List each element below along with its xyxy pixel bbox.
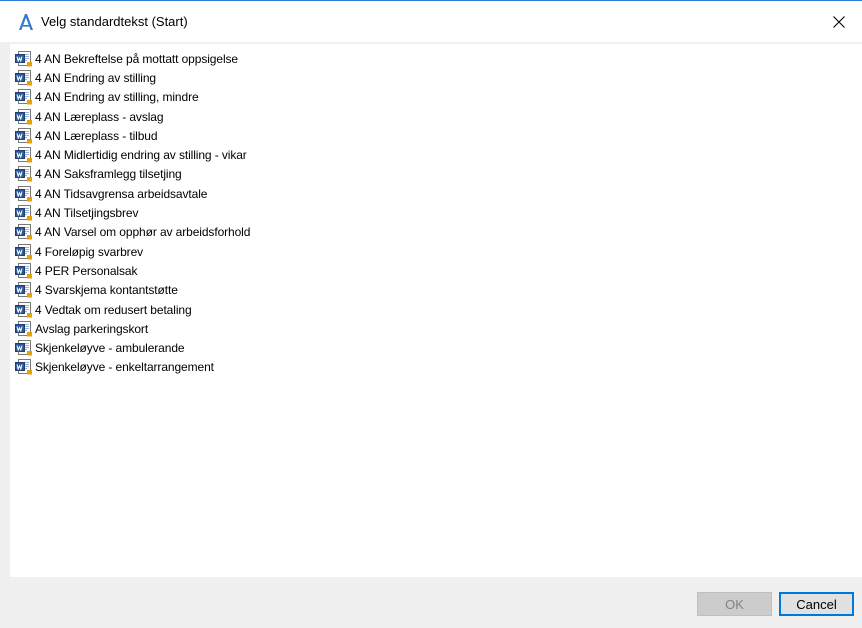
list-item-label: 4 Vedtak om redusert betaling	[35, 302, 192, 317]
list-item-label: 4 AN Tidsavgrensa arbeidsavtale	[35, 186, 208, 201]
word-document-icon	[15, 147, 33, 163]
list-item-label: 4 AN Tilsetjingsbrev	[35, 206, 139, 221]
word-document-icon	[15, 359, 33, 375]
list-item[interactable]: Skjenkeløyve - ambulerande	[15, 338, 250, 357]
word-document-icon	[15, 224, 33, 240]
list-item-label: 4 Foreløpig svarbrev	[35, 244, 144, 259]
title-bar[interactable]: Velg standardtekst (Start)	[0, 0, 862, 42]
list-item[interactable]: Avslag parkeringskort	[15, 319, 250, 338]
list-item-label: 4 AN Midlertidig endring av stilling - v…	[35, 148, 247, 163]
list-item-label: 4 PER Personalsak	[35, 263, 138, 278]
word-document-icon	[15, 243, 33, 260]
list-item-label: Skjenkeløyve - ambulerande	[35, 341, 185, 356]
word-document-icon	[15, 301, 33, 318]
list-item[interactable]: 4 AN Læreplass - avslag	[15, 107, 250, 126]
word-document-icon	[15, 127, 33, 144]
list-item[interactable]: 4 AN Tilsetjingsbrev	[15, 203, 250, 222]
word-document-icon	[15, 89, 33, 105]
cancel-button[interactable]: Cancel	[779, 592, 854, 616]
list-item-label: 4 AN Endring av stilling	[35, 70, 156, 85]
word-document-icon	[15, 108, 33, 125]
word-document-icon	[15, 166, 33, 182]
word-document-icon	[15, 50, 33, 67]
list-item[interactable]: 4 AN Tidsavgrensa arbeidsavtale	[15, 184, 250, 203]
word-document-icon	[15, 69, 33, 86]
list-item-label: 4 AN Varsel om opphør av arbeidsforhold	[35, 225, 251, 240]
list-item-label: 4 AN Endring av stilling, mindre	[35, 90, 199, 105]
list-item[interactable]: 4 AN Saksframlegg tilsetjing	[15, 165, 250, 184]
list-item-label: 4 AN Saksframlegg tilsetjing	[35, 167, 182, 182]
list-item-label: Avslag parkeringskort	[35, 321, 149, 336]
list-item[interactable]: 4 Foreløpig svarbrev	[15, 242, 250, 261]
list-item[interactable]: 4 AN Endring av stilling, mindre	[15, 88, 250, 107]
app-logo-icon	[17, 13, 35, 31]
close-button[interactable]	[816, 1, 862, 42]
word-document-icon	[15, 340, 33, 356]
list-item[interactable]: 4 AN Læreplass - tilbud	[15, 126, 250, 145]
list-item-label: 4 Svarskjema kontantstøtte	[35, 283, 178, 298]
list-item-label: 4 AN Læreplass - avslag	[35, 109, 164, 124]
word-document-icon	[15, 205, 33, 221]
list-item-label: 4 AN Læreplass - tilbud	[35, 128, 158, 143]
word-document-icon	[15, 185, 33, 202]
word-document-icon	[15, 320, 33, 337]
list-item[interactable]: 4 AN Midlertidig endring av stilling - v…	[15, 145, 250, 164]
list-item[interactable]: 4 AN Varsel om opphør av arbeidsforhold	[15, 223, 250, 242]
list-item[interactable]: 4 AN Bekreftelse på mottatt oppsigelse	[15, 49, 250, 68]
list-item[interactable]: 4 Svarskjema kontantstøtte	[15, 281, 250, 300]
ok-button[interactable]: OK	[697, 592, 772, 616]
list-item[interactable]: 4 PER Personalsak	[15, 261, 250, 280]
list-item[interactable]: Skjenkeløyve - enkeltarrangement	[15, 358, 250, 377]
list-item[interactable]: 4 AN Endring av stilling	[15, 68, 250, 87]
list-item-label: Skjenkeløyve - enkeltarrangement	[35, 360, 214, 375]
list-item[interactable]: 4 Vedtak om redusert betaling	[15, 300, 250, 319]
list-items: 4 AN Bekreftelse på mottatt oppsigelse 4…	[15, 49, 250, 377]
standard-text-list[interactable]: 4 AN Bekreftelse på mottatt oppsigelse 4…	[10, 44, 862, 577]
close-icon	[833, 15, 845, 28]
word-document-icon	[15, 262, 33, 279]
list-item-label: 4 AN Bekreftelse på mottatt oppsigelse	[35, 51, 238, 66]
window-title: Velg standardtekst (Start)	[41, 14, 188, 29]
dialog-window: Velg standardtekst (Start) 4 AN Bekrefte…	[0, 0, 862, 628]
word-document-icon	[15, 282, 33, 298]
